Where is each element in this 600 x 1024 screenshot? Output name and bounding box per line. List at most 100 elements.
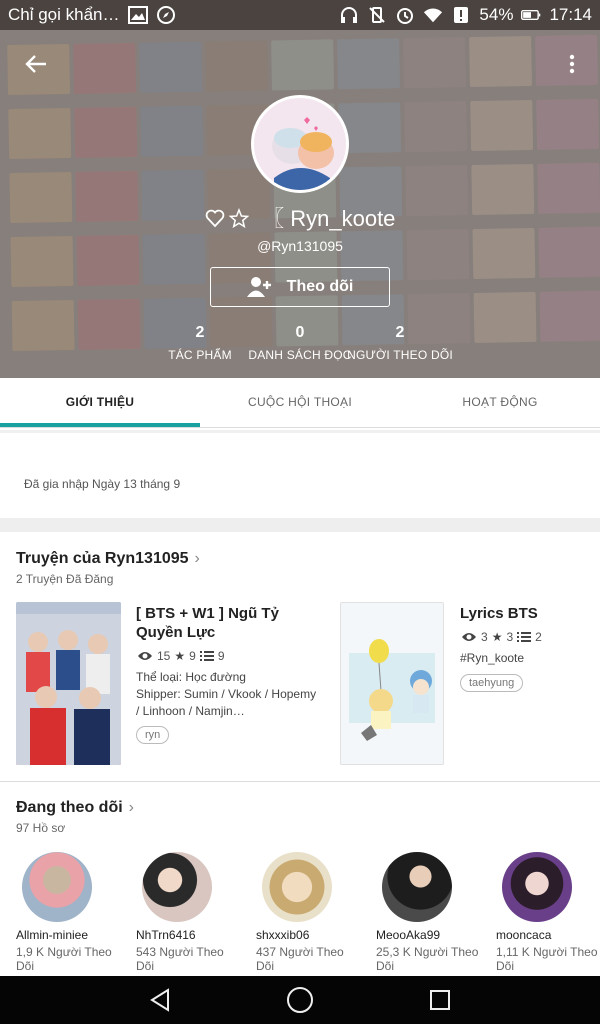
stat-followers[interactable]: 2 NGƯỜI THEO DÕI: [340, 324, 460, 362]
arrow-left-icon: [25, 55, 46, 73]
tab-activity[interactable]: HOẠT ĐỘNG: [400, 378, 600, 427]
follow-button[interactable]: Theo dõi: [210, 267, 390, 307]
tab-about[interactable]: GIỚI THIỆU: [0, 378, 200, 427]
list-icon: [199, 651, 214, 661]
back-button[interactable]: [22, 50, 50, 78]
story-desc-line: Shipper: Sumin / Vkook / Hopemy: [136, 687, 317, 701]
triangle-back-icon: [150, 988, 169, 1012]
profile-header: 〖 Ryn_koote @Ryn131095 Theo dõi 2 TÁC PH…: [0, 30, 600, 378]
followed-username: MeooAka99: [376, 928, 441, 942]
followed-follower-count: 25,3 K Người Theo Dõi: [376, 945, 479, 973]
followed-follower-count: 1,9 K Người Theo Dõi: [16, 945, 112, 973]
followed-username: NhTrn6416: [136, 928, 196, 942]
nav-home-button[interactable]: [280, 980, 320, 1020]
followed-username: shxxxib06: [256, 928, 310, 942]
followed-user[interactable]: mooncaca 1,11 K Người Theo Dõi: [496, 852, 600, 973]
compass-icon: [156, 5, 176, 25]
story-votes: 3: [506, 630, 514, 644]
profile-handle: @Ryn131095: [257, 238, 343, 254]
section-divider: [0, 518, 600, 532]
chevron-right-icon: ›: [194, 550, 200, 567]
screen: Chỉ gọi khẩn… 54% 17:14 〖 Ryn_koote @Ryn…: [0, 0, 600, 1024]
more-options-button[interactable]: [564, 50, 580, 78]
following-section: Đang theo dõi › 97 Hồ sơ Allmin-miniee 1,…: [0, 783, 600, 976]
star-icon: ★: [491, 630, 503, 644]
story-card[interactable]: [340, 602, 444, 765]
nav-back-button[interactable]: [140, 980, 180, 1020]
tab-conversations[interactable]: CUỘC HỘI THOẠI: [200, 378, 400, 427]
story-tag[interactable]: taehyung: [460, 674, 524, 692]
followed-user[interactable]: MeooAka99 25,3 K Người Theo Dõi: [376, 852, 496, 973]
story-stats: 15 ★ 9 9: [137, 649, 225, 663]
stat-followers-label: NGƯỜI THEO DÕI: [347, 348, 453, 362]
following-section-title[interactable]: Đang theo dõi ›: [16, 799, 134, 817]
avatar[interactable]: [142, 852, 212, 922]
profile-display-name: 〖 Ryn_koote: [262, 206, 396, 231]
circle-home-icon: [287, 987, 313, 1013]
status-app-name: Chỉ gọi khẩn…: [8, 5, 120, 24]
eye-icon: [462, 633, 476, 641]
profile-name-row: 〖 Ryn_koote: [0, 201, 600, 233]
chevron-right-icon: ›: [128, 799, 134, 816]
story-reads: 3: [481, 630, 488, 644]
profile-tabs: GIỚI THIỆU CUỘC HỘI THOẠI HOẠT ĐỘNG: [0, 378, 600, 428]
more-vertical-icon: [569, 54, 575, 74]
story-genre: Thể loại: Học đường: [136, 670, 246, 684]
story-reads: 15: [157, 649, 171, 663]
followed-follower-count: 437 Người Theo Dõi: [256, 945, 344, 973]
avatar-image: [254, 98, 346, 190]
list-icon: [517, 632, 532, 642]
headphones-icon: [339, 5, 359, 25]
joined-date: Đã gia nhập Ngày 13 tháng 9: [24, 477, 181, 491]
image-icon: [127, 5, 148, 25]
follow-button-label: Theo dõi: [286, 278, 354, 295]
vibrate-off-icon: [367, 5, 387, 25]
stories-count: 2 Truyện Đã Đăng: [16, 572, 114, 586]
avatar[interactable]: [382, 852, 452, 922]
story-cover-image[interactable]: [340, 602, 444, 765]
alarm-icon: [395, 5, 415, 25]
avatar[interactable]: [502, 852, 572, 922]
status-time: 17:14: [549, 5, 592, 24]
story-title[interactable]: Lyrics BTS: [460, 604, 538, 623]
story-cover-image[interactable]: [16, 602, 121, 765]
nav-recents-button[interactable]: [420, 980, 460, 1020]
status-bar: Chỉ gọi khẩn… 54% 17:14: [0, 0, 600, 30]
heart-star-icons: [205, 207, 255, 231]
battery-percent: 54%: [479, 5, 514, 24]
stories-section-title[interactable]: Truyện của Ryn131095 ›: [16, 550, 200, 568]
story-parts: 2: [535, 630, 542, 644]
stat-followers-value: 2: [395, 324, 405, 341]
stories-section: Truyện của Ryn131095 › 2 Truyện Đã Đăng […: [0, 532, 600, 782]
star-outline-icon: [228, 207, 249, 229]
heart-outline-icon: [205, 209, 224, 228]
about-section: Đã gia nhập Ngày 13 tháng 9: [0, 430, 600, 518]
avatar[interactable]: [262, 852, 332, 922]
story-card[interactable]: [16, 602, 121, 765]
star-icon: ★: [174, 649, 186, 663]
story-parts: 9: [217, 649, 225, 663]
followed-user[interactable]: Allmin-miniee 1,9 K Người Theo Dõi: [16, 852, 136, 973]
eye-icon: [138, 652, 152, 660]
battery-icon: [521, 5, 541, 25]
story-description: Thể loại: Học đường Shipper: Sumin / Vko…: [136, 669, 326, 720]
followed-follower-count: 1,11 K Người Theo Dõi: [496, 945, 598, 973]
following-count: 97 Hồ sơ: [16, 821, 66, 835]
signal-alert-icon: [451, 5, 471, 25]
avatar[interactable]: [22, 852, 92, 922]
square-recents-icon: [430, 990, 450, 1010]
story-stats: 3 ★ 3 2: [461, 630, 542, 644]
followed-user[interactable]: NhTrn6416 543 Người Theo Dõi: [136, 852, 256, 973]
story-tag[interactable]: ryn: [136, 726, 170, 744]
profile-avatar[interactable]: [251, 95, 349, 193]
story-hashtag: #Ryn_koote: [460, 651, 525, 665]
stories-title-text: Truyện của Ryn131095: [16, 550, 189, 567]
story-title-line: [ BTS + W1 ] Ngũ Tỷ: [136, 605, 279, 622]
story-title[interactable]: [ BTS + W1 ] Ngũ Tỷ Quyền Lực: [136, 604, 279, 642]
followed-user[interactable]: shxxxib06 437 Người Theo Dõi: [256, 852, 376, 973]
story-votes: 9: [189, 649, 196, 663]
story-desc-line: / Linhoon / Namjin…: [136, 704, 245, 718]
wifi-icon: [423, 5, 443, 25]
add-user-icon: [246, 277, 271, 297]
following-title-text: Đang theo dõi: [16, 799, 123, 816]
